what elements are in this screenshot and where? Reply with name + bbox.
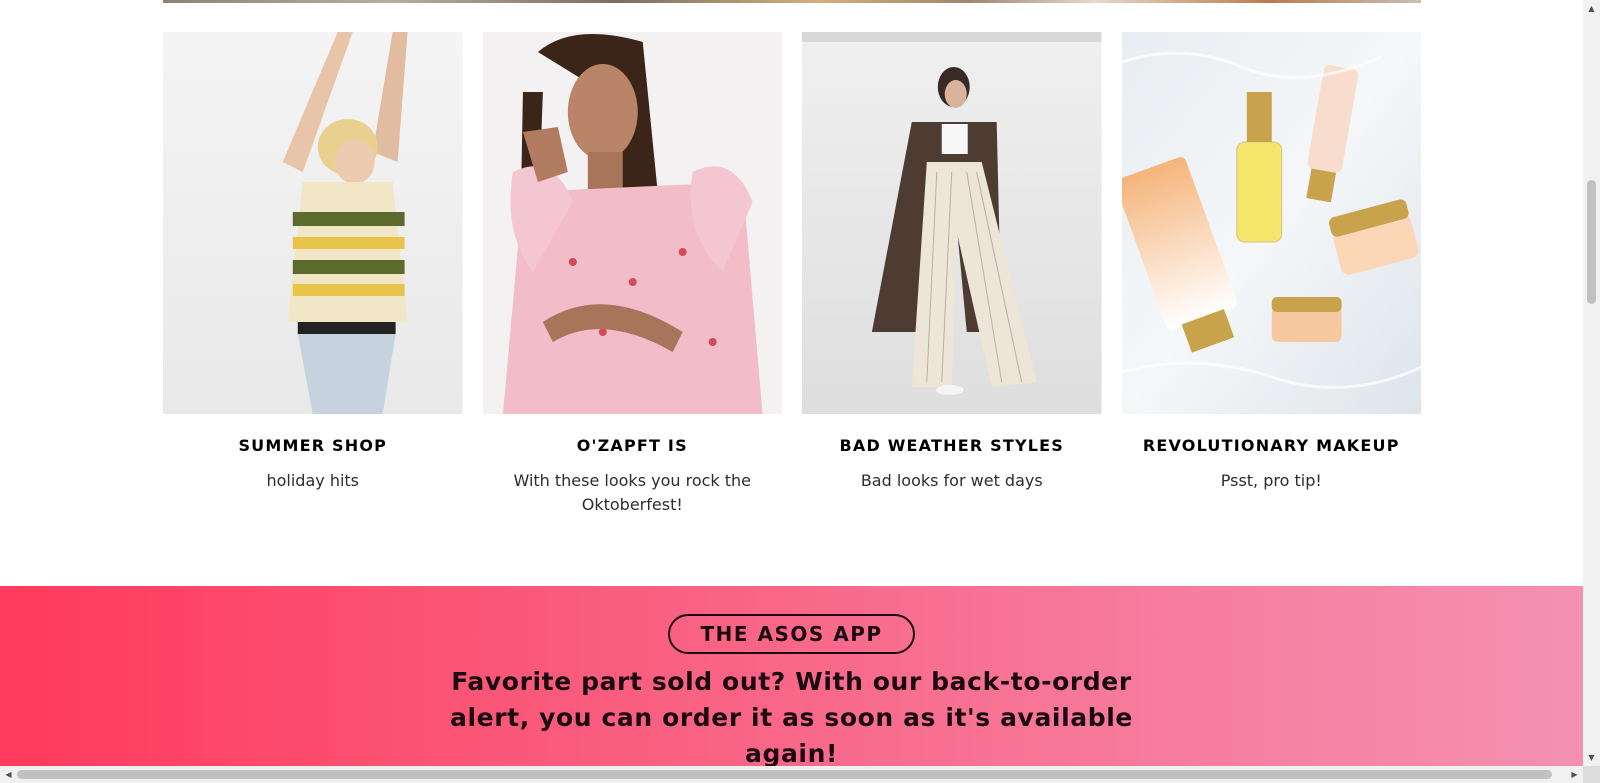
scroll-down-arrow-icon[interactable]: ▼	[1583, 749, 1600, 766]
ozapft-is-image[interactable]	[482, 32, 782, 414]
card-ozapft-is[interactable]: O'ZAPFT IS With these looks you rock the…	[482, 32, 782, 517]
summer-shop-image[interactable]	[163, 32, 463, 414]
horizontal-scroll-thumb[interactable]	[17, 770, 1552, 779]
revolutionary-makeup-image[interactable]	[1121, 32, 1421, 414]
previous-section-image-edge	[163, 0, 1421, 3]
card-subtitle: holiday hits	[266, 471, 360, 490]
card-title[interactable]: REVOLUTIONARY MAKEUP	[1143, 436, 1400, 455]
horizontal-scrollbar[interactable]: ◀ ▶	[0, 766, 1583, 783]
scroll-up-arrow-icon[interactable]: ▲	[1583, 0, 1600, 17]
bad-weather-styles-image[interactable]	[802, 32, 1102, 414]
scroll-left-arrow-icon[interactable]: ◀	[0, 766, 17, 783]
page-viewport: SUMMER SHOP holiday hits O'ZAPFT IS With…	[0, 0, 1583, 766]
card-subtitle: Bad looks for wet days	[860, 471, 1043, 490]
scroll-right-arrow-icon[interactable]: ▶	[1566, 766, 1583, 783]
vertical-scrollbar[interactable]: ▲ ▼	[1583, 0, 1600, 766]
card-subtitle: Psst, pro tip!	[1220, 471, 1322, 490]
card-bad-weather-styles[interactable]: BAD WEATHER STYLES Bad looks for wet day…	[802, 32, 1102, 517]
card-title[interactable]: SUMMER SHOP	[238, 436, 387, 455]
asos-app-pill-button[interactable]: THE ASOS APP	[668, 614, 915, 654]
card-subtitle: With these looks you rock the Oktoberfes…	[513, 471, 752, 514]
app-banner-headline: Favorite part sold out? With our back-to…	[450, 667, 1133, 766]
category-card-grid: SUMMER SHOP holiday hits O'ZAPFT IS With…	[163, 32, 1421, 517]
card-title[interactable]: O'ZAPFT IS	[577, 436, 688, 455]
card-title[interactable]: BAD WEATHER STYLES	[839, 436, 1064, 455]
card-revolutionary-makeup[interactable]: REVOLUTIONARY MAKEUP Psst, pro tip!	[1121, 32, 1421, 517]
scrollbar-corner	[1583, 766, 1600, 783]
asos-app-banner: THE ASOS APP Favorite part sold out? Wit…	[0, 586, 1583, 766]
vertical-scroll-thumb[interactable]	[1587, 180, 1596, 304]
card-summer-shop[interactable]: SUMMER SHOP holiday hits	[163, 32, 463, 517]
